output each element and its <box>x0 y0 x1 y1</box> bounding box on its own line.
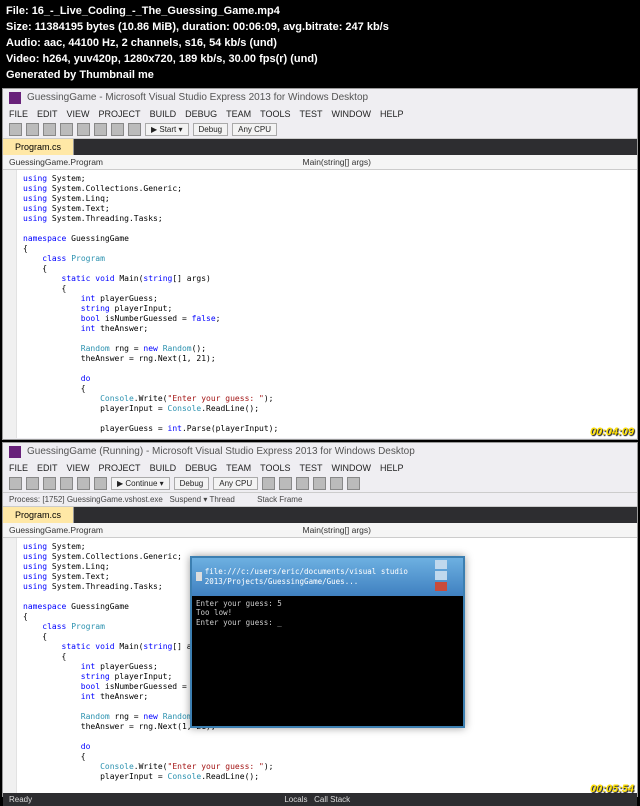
title-bar: GuessingGame (Running) - Microsoft Visua… <box>3 443 637 461</box>
code-editor[interactable]: using System; using System.Collections.G… <box>3 170 637 438</box>
undo-icon[interactable] <box>77 477 90 490</box>
platform-select[interactable]: Any CPU <box>232 123 277 136</box>
callstack-tab[interactable]: Call Stack <box>314 795 350 804</box>
undo-icon[interactable] <box>111 123 124 136</box>
start-button[interactable]: ▶ Start ▾ <box>145 123 189 136</box>
config-select[interactable]: Debug <box>174 477 210 490</box>
nav-back-icon[interactable] <box>9 123 22 136</box>
step-out-icon[interactable] <box>347 477 360 490</box>
redo-icon[interactable] <box>94 477 107 490</box>
menu-debug[interactable]: DEBUG <box>185 463 217 473</box>
vs-logo-icon <box>9 92 21 104</box>
menu-build[interactable]: BUILD <box>150 109 177 119</box>
nav-fwd-icon[interactable] <box>26 477 39 490</box>
step-over-icon[interactable] <box>330 477 343 490</box>
save-all-icon[interactable] <box>94 123 107 136</box>
window-controls <box>434 560 459 594</box>
menu-help[interactable]: HELP <box>380 463 404 473</box>
menu-debug[interactable]: DEBUG <box>185 109 217 119</box>
minimize-icon[interactable] <box>435 560 447 569</box>
vs-window-bottom: GuessingGame (Running) - Microsoft Visua… <box>2 442 638 797</box>
open-icon[interactable] <box>60 123 73 136</box>
menu-test[interactable]: TEST <box>299 463 322 473</box>
gutter <box>3 538 17 793</box>
tab-program-cs[interactable]: Program.cs <box>3 139 74 155</box>
gutter <box>3 170 17 438</box>
platform-select[interactable]: Any CPU <box>213 477 258 490</box>
member-selector[interactable]: Main(string[] args) <box>303 157 372 167</box>
toolbar: ▶ Start ▾ Debug Any CPU <box>3 121 637 139</box>
suspend-button[interactable]: Suspend <box>170 495 202 504</box>
menu-file[interactable]: FILE <box>9 109 28 119</box>
stop-icon[interactable] <box>279 477 292 490</box>
menu-view[interactable]: VIEW <box>67 463 90 473</box>
type-selector[interactable]: GuessingGame.Program <box>9 157 103 167</box>
menu-edit[interactable]: EDIT <box>37 463 58 473</box>
menu-team[interactable]: TEAM <box>226 109 251 119</box>
video-metadata: File: 16_-_Live_Coding_-_The_Guessing_Ga… <box>0 0 640 86</box>
break-all-icon[interactable] <box>262 477 275 490</box>
console-window[interactable]: file:///c:/users/eric/documents/visual s… <box>190 556 465 728</box>
stackframe-select[interactable]: Stack Frame <box>257 495 302 504</box>
menu-test[interactable]: TEST <box>299 109 322 119</box>
close-icon[interactable] <box>435 582 447 591</box>
save-all-icon[interactable] <box>60 477 73 490</box>
tab-program-cs[interactable]: Program.cs <box>3 507 74 523</box>
maximize-icon[interactable] <box>435 571 447 580</box>
toolbar: ▶ Continue ▾ Debug Any CPU <box>3 475 637 493</box>
console-title-bar[interactable]: file:///c:/users/eric/documents/visual s… <box>192 558 463 596</box>
window-title: GuessingGame - Microsoft Visual Studio E… <box>27 92 368 103</box>
menu-help[interactable]: HELP <box>380 109 404 119</box>
member-selector[interactable]: Main(string[] args) <box>303 525 372 535</box>
config-select[interactable]: Debug <box>193 123 229 136</box>
restart-icon[interactable] <box>296 477 309 490</box>
nav-fwd-icon[interactable] <box>26 123 39 136</box>
menu-window[interactable]: WINDOW <box>331 463 371 473</box>
menu-team[interactable]: TEAM <box>226 463 251 473</box>
debug-location-toolbar: Process: [1752] GuessingGame.vshost.exe … <box>3 493 637 507</box>
console-output: Enter your guess: 5 Too low! Enter your … <box>192 596 463 630</box>
type-selector[interactable]: GuessingGame.Program <box>9 525 103 535</box>
redo-icon[interactable] <box>128 123 141 136</box>
menu-edit[interactable]: EDIT <box>37 109 58 119</box>
timestamp-bottom: 00:05:54 <box>590 783 634 795</box>
process-select[interactable]: [1752] GuessingGame.vshost.exe <box>42 495 163 504</box>
vs-logo-icon <box>9 446 21 458</box>
window-title: GuessingGame (Running) - Microsoft Visua… <box>27 446 415 457</box>
menu-bar[interactable]: FILE EDIT VIEW PROJECT BUILD DEBUG TEAM TOOLS TE… <box>3 461 637 475</box>
menu-window[interactable]: WINDOW <box>331 109 371 119</box>
vs-window-top: GuessingGame - Microsoft Visual Studio E… <box>2 88 638 440</box>
save-icon[interactable] <box>77 123 90 136</box>
locals-tab[interactable]: Locals <box>284 795 307 804</box>
menu-view[interactable]: VIEW <box>67 109 90 119</box>
nav-bar[interactable]: GuessingGame.Program Main(string[] args) <box>3 523 637 538</box>
step-into-icon[interactable] <box>313 477 326 490</box>
menu-project[interactable]: PROJECT <box>99 109 141 119</box>
menu-tools[interactable]: TOOLS <box>260 463 290 473</box>
menu-project[interactable]: PROJECT <box>99 463 141 473</box>
nav-bar[interactable]: GuessingGame.Program Main(string[] args) <box>3 155 637 170</box>
menu-tools[interactable]: TOOLS <box>260 109 290 119</box>
console-path: file:///c:/users/eric/documents/visual s… <box>205 567 435 586</box>
thread-select[interactable]: Thread <box>209 495 234 504</box>
title-bar: GuessingGame - Microsoft Visual Studio E… <box>3 89 637 107</box>
nav-back-icon[interactable] <box>9 477 22 490</box>
timestamp-top: 00:04:09 <box>590 426 634 438</box>
doc-tabs: Program.cs <box>3 139 637 155</box>
code-editor[interactable]: using System; using System.Collections.G… <box>3 538 637 793</box>
doc-tabs: Program.cs <box>3 507 637 523</box>
status-bar: Ready Locals Call Stack <box>3 793 637 806</box>
menu-file[interactable]: FILE <box>9 463 28 473</box>
save-icon[interactable] <box>43 477 56 490</box>
menu-build[interactable]: BUILD <box>150 463 177 473</box>
menu-bar[interactable]: FILE EDIT VIEW PROJECT BUILD DEBUG TEAM TOOLS TE… <box>3 107 637 121</box>
console-icon <box>196 572 202 581</box>
continue-button[interactable]: ▶ Continue ▾ <box>111 477 170 490</box>
new-project-icon[interactable] <box>43 123 56 136</box>
